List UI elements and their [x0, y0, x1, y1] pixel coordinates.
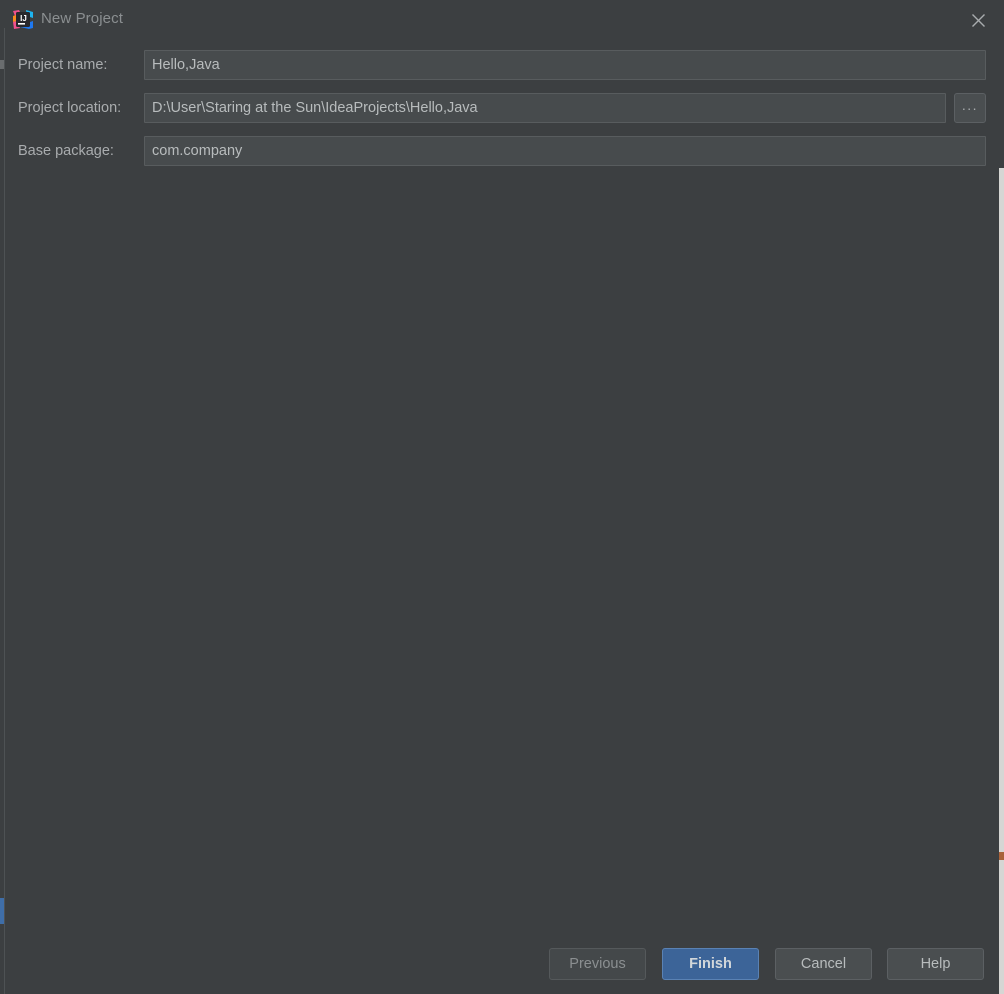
dialog-title: New Project	[41, 10, 123, 27]
dialog-titlebar[interactable]: IJ New Project	[5, 0, 999, 40]
intellij-idea-logo-icon: IJ	[12, 9, 34, 31]
base-package-input[interactable]: com.company	[144, 136, 986, 166]
project-name-input[interactable]: Hello,Java	[144, 50, 986, 80]
browse-folder-button[interactable]: ...	[954, 93, 986, 123]
background-window-right-marker	[999, 852, 1004, 860]
project-location-label: Project location:	[18, 100, 122, 116]
dialog-footer: Previous Finish Cancel Help	[5, 940, 999, 994]
new-project-dialog: IJ New Project Project name: Hello,Java …	[5, 0, 999, 994]
cancel-button[interactable]: Cancel	[775, 948, 872, 980]
previous-button[interactable]: Previous	[549, 948, 646, 980]
help-button[interactable]: Help	[887, 948, 984, 980]
background-window-blue-accent	[0, 898, 4, 924]
close-icon[interactable]	[957, 4, 999, 36]
project-name-label: Project name:	[18, 57, 108, 73]
project-name-row: Project name: Hello,Java	[5, 50, 999, 80]
finish-button[interactable]: Finish	[662, 948, 759, 980]
background-window-left-marker	[0, 60, 4, 69]
svg-text:IJ: IJ	[20, 14, 27, 23]
project-settings-form: Project name: Hello,Java Project locatio…	[5, 40, 999, 940]
background-window-right-edge-upper	[999, 0, 1004, 168]
project-location-row: Project location: D:\User\Staring at the…	[5, 93, 999, 123]
base-package-label: Base package:	[18, 143, 114, 159]
base-package-row: Base package: com.company	[5, 136, 999, 166]
project-location-input[interactable]: D:\User\Staring at the Sun\IdeaProjects\…	[144, 93, 946, 123]
